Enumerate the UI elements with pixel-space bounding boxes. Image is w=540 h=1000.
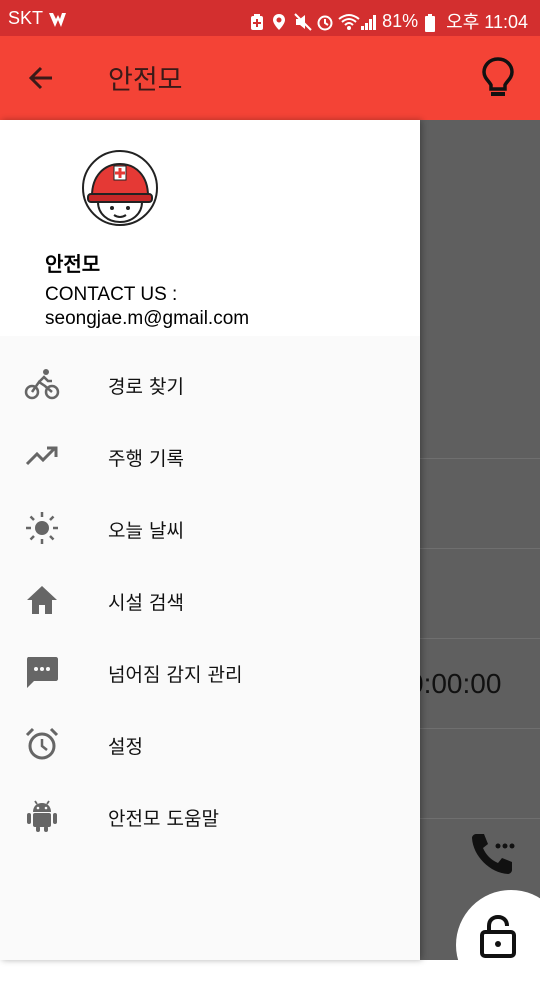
drawer-app-name: 안전모 bbox=[45, 252, 101, 276]
menu-item-label: 오늘 날씨 bbox=[108, 520, 184, 542]
menu-item-label: 넘어짐 감지 관리 bbox=[108, 664, 243, 686]
signal-icon bbox=[360, 13, 377, 30]
menu-item-label: 안전모 도움말 bbox=[108, 808, 219, 830]
menu-item-label: 경로 찾기 bbox=[108, 376, 184, 398]
status-bar: SKT 81% 오후 11:04 bbox=[0, 0, 540, 36]
contact-label: CONTACT US : bbox=[45, 284, 178, 305]
drawer-header: 안전모 CONTACT US : seongjae.m@gmail.com bbox=[0, 120, 420, 336]
helmet-logo bbox=[82, 150, 158, 226]
contact-email: seongjae.m@gmail.com bbox=[45, 308, 250, 329]
menu-item-find-route[interactable]: 경로 찾기 bbox=[0, 348, 420, 420]
back-arrow-icon[interactable] bbox=[24, 60, 60, 96]
status-left: SKT bbox=[8, 8, 67, 29]
mute-icon bbox=[294, 13, 312, 31]
status-right: 81% 오후 11:04 bbox=[250, 8, 528, 34]
clock: 오후 11:04 bbox=[446, 12, 528, 32]
menu-item-settings[interactable]: 설정 bbox=[0, 708, 420, 780]
phone-call-icon[interactable] bbox=[470, 830, 516, 876]
battery-saver-icon bbox=[250, 13, 266, 30]
drawer-menu: 경로 찾기 주행 기록 오늘 날씨 시설 검색 넘어짐 감지 관리 설정 안전모… bbox=[0, 348, 420, 852]
navigation-drawer: 안전모 CONTACT US : seongjae.m@gmail.com 경로… bbox=[0, 120, 420, 960]
ride-timer: 0:00:00 bbox=[408, 668, 502, 699]
sun-icon bbox=[24, 510, 60, 546]
divider bbox=[420, 638, 540, 639]
lock-fab-button[interactable] bbox=[456, 890, 540, 1000]
carrier-label: SKT bbox=[8, 8, 44, 28]
lightbulb-icon[interactable] bbox=[478, 56, 518, 100]
app-title: 안전모 bbox=[108, 65, 183, 96]
menu-item-facility-search[interactable]: 시설 검색 bbox=[0, 564, 420, 636]
battery-icon bbox=[424, 13, 440, 32]
alarm-status-icon bbox=[316, 13, 333, 31]
menu-item-fall-detection[interactable]: 넘어짐 감지 관리 bbox=[0, 636, 420, 708]
app-bar: 안전모 bbox=[0, 36, 540, 120]
chat-icon bbox=[24, 654, 60, 690]
menu-item-weather[interactable]: 오늘 날씨 bbox=[0, 492, 420, 564]
menu-item-ride-history[interactable]: 주행 기록 bbox=[0, 420, 420, 492]
divider bbox=[420, 548, 540, 549]
lock-icon bbox=[478, 914, 518, 958]
wifi-icon bbox=[338, 13, 360, 30]
divider bbox=[420, 458, 540, 459]
carrier-logo-icon bbox=[47, 11, 67, 27]
alarm-icon bbox=[24, 726, 60, 762]
divider bbox=[420, 818, 540, 819]
divider bbox=[420, 728, 540, 729]
bike-icon bbox=[24, 366, 60, 402]
menu-item-label: 시설 검색 bbox=[108, 592, 184, 614]
menu-item-label: 설정 bbox=[108, 736, 143, 758]
trending-up-icon bbox=[24, 438, 60, 474]
menu-item-help[interactable]: 안전모 도움말 bbox=[0, 780, 420, 852]
battery-percent: 81% bbox=[382, 10, 419, 31]
menu-item-label: 주행 기록 bbox=[108, 448, 184, 470]
home-icon bbox=[24, 582, 60, 618]
android-icon bbox=[24, 798, 60, 834]
location-icon bbox=[272, 13, 288, 30]
